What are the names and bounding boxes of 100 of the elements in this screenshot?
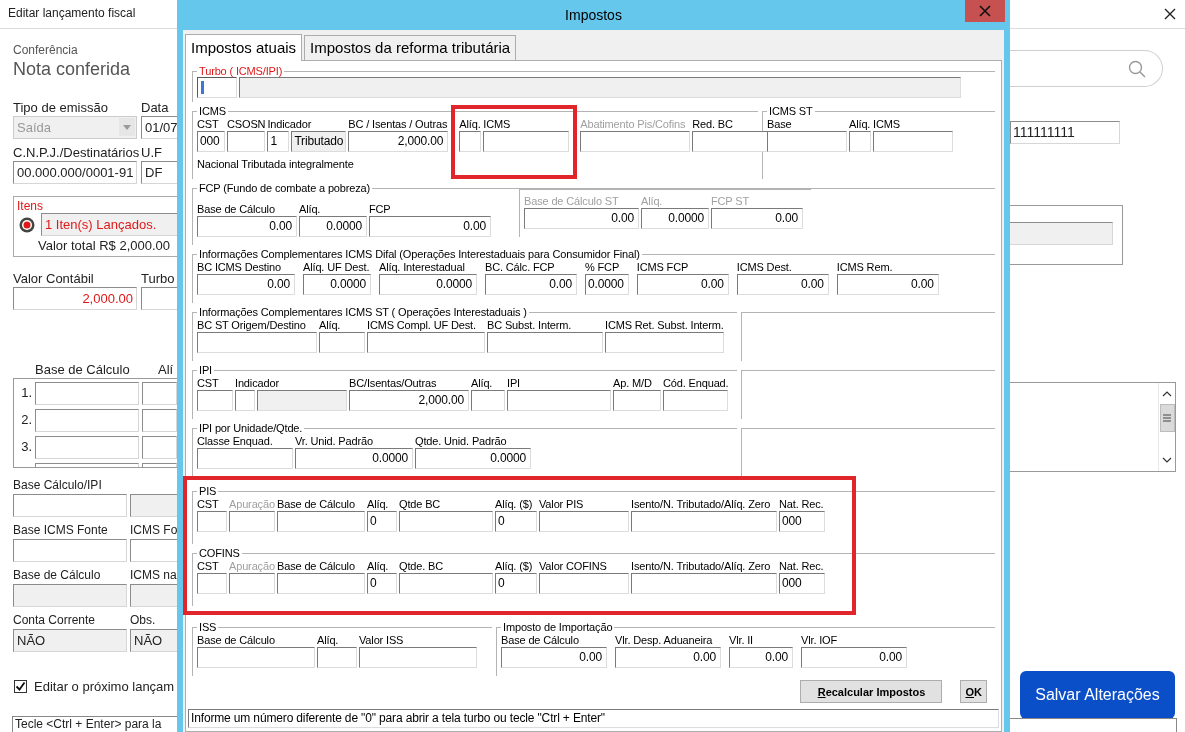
field-label: BC ICMS Destino — [197, 260, 282, 274]
input-field[interactable] — [631, 511, 777, 532]
input-field[interactable] — [399, 511, 493, 532]
input-field[interactable] — [849, 131, 871, 152]
input-field[interactable]: 2,000.00 — [13, 287, 137, 310]
input-field[interactable] — [197, 647, 315, 668]
input-field[interactable] — [35, 382, 139, 405]
input-field[interactable]: 0 — [367, 511, 397, 532]
field-label: Qtde. BC — [399, 559, 445, 573]
input-field[interactable] — [141, 409, 177, 432]
input-field[interactable]: 0 — [495, 511, 537, 532]
input-field[interactable]: 0.0000 — [415, 448, 531, 469]
input-field[interactable] — [507, 390, 611, 411]
input-field[interactable] — [399, 573, 493, 594]
button[interactable]: OK — [960, 680, 987, 703]
input-field[interactable] — [130, 584, 177, 607]
tab[interactable]: Impostos atuais — [185, 34, 303, 61]
input-field[interactable] — [35, 409, 139, 432]
input-field[interactable] — [239, 77, 961, 98]
input-field[interactable]: NÃO — [13, 629, 127, 652]
input-field[interactable] — [631, 573, 777, 594]
input-field[interactable] — [13, 494, 127, 517]
input-field[interactable]: 1 Iten(s) Lançados. — [41, 213, 177, 236]
input-field[interactable] — [580, 131, 691, 152]
input-field[interactable]: 0.00 — [736, 274, 829, 295]
input-field[interactable]: 0.0000 — [379, 274, 477, 295]
input-field[interactable]: 0.00 — [801, 647, 907, 668]
scroll-thumb[interactable] — [1159, 404, 1175, 432]
input-field[interactable] — [767, 131, 847, 152]
input-field[interactable] — [539, 511, 629, 532]
field-label: BC. Cálc. FCP — [485, 260, 556, 274]
input-field[interactable] — [227, 131, 266, 152]
input-field[interactable] — [197, 332, 317, 353]
tab[interactable]: Impostos da reforma tributária — [304, 35, 517, 60]
input-field[interactable] — [277, 573, 365, 594]
input-field[interactable] — [141, 382, 177, 405]
input-field[interactable]: 0.0000 — [585, 274, 629, 295]
input-field[interactable] — [359, 647, 477, 668]
input-field[interactable] — [873, 131, 953, 152]
input-field[interactable]: 2,000.00 — [349, 390, 469, 411]
input-field[interactable] — [539, 573, 629, 594]
input-field[interactable] — [130, 539, 177, 562]
input-field[interactable] — [1010, 222, 1113, 245]
button[interactable]: Recalcular Impostos — [800, 680, 943, 703]
input-field[interactable]: 00.000.000/0001-91 — [13, 161, 137, 184]
save-button[interactable]: Salvar Alterações — [1020, 671, 1175, 719]
input-field[interactable] — [229, 511, 275, 532]
input-field[interactable] — [317, 647, 357, 668]
field-label: Alíq. UF Dest. — [303, 260, 371, 274]
input-field[interactable]: 0.0000 — [303, 274, 371, 295]
input-field[interactable]: 0.00 — [197, 274, 295, 295]
input-field[interactable]: 0.00 — [615, 647, 721, 668]
input-field[interactable]: 0.00 — [636, 274, 729, 295]
input-field[interactable] — [459, 131, 482, 152]
field-label: ICMS Rem. — [836, 260, 894, 274]
close-button[interactable] — [965, 0, 1005, 22]
input-field[interactable]: 0.00 — [369, 216, 491, 237]
input-field[interactable]: 0.00 — [501, 647, 607, 668]
input-field[interactable]: DF — [141, 161, 177, 184]
input-field[interactable]: 0.00 — [836, 274, 939, 295]
input-field[interactable]: 1 — [267, 131, 290, 152]
input-field[interactable]: NÃO — [130, 629, 177, 652]
input-field[interactable]: 0 — [495, 573, 537, 594]
input-field[interactable] — [605, 332, 724, 353]
input-field[interactable] — [141, 436, 177, 459]
input-field[interactable] — [197, 511, 227, 532]
input-field[interactable]: 0 — [367, 573, 397, 594]
input-field[interactable] — [13, 584, 127, 607]
field-label: FCP — [369, 202, 392, 216]
input-field[interactable] — [487, 332, 603, 353]
input-field[interactable] — [235, 390, 255, 411]
input-field[interactable]: 0.00 — [485, 274, 577, 295]
input-field[interactable]: 000 — [197, 131, 225, 152]
input-field[interactable] — [257, 390, 347, 411]
input-field[interactable]: Tributado — [291, 131, 347, 152]
input-field[interactable] — [663, 390, 729, 411]
input-field[interactable] — [319, 332, 365, 353]
checkbox[interactable] — [14, 680, 27, 693]
input-field[interactable] — [229, 573, 275, 594]
input-field[interactable]: 000 — [779, 511, 825, 532]
input-field[interactable]: 0.0000 — [299, 216, 367, 237]
input-field[interactable] — [483, 131, 570, 152]
input-field[interactable]: 01/07 — [141, 116, 177, 139]
input-field[interactable] — [35, 436, 139, 459]
input-field[interactable] — [130, 494, 177, 517]
input-field[interactable]: 2,000.00 — [348, 131, 449, 152]
input-field[interactable]: 000 — [779, 573, 825, 594]
input-field[interactable] — [197, 573, 227, 594]
input-field[interactable]: 111111111 — [1010, 121, 1120, 144]
input-field[interactable] — [13, 539, 127, 562]
input-field[interactable] — [197, 390, 233, 411]
input-field[interactable] — [367, 332, 485, 353]
input-field[interactable] — [471, 390, 505, 411]
input-field[interactable]: 0.00 — [197, 216, 297, 237]
input-field[interactable] — [197, 448, 293, 469]
input-field[interactable] — [277, 511, 365, 532]
input-field[interactable] — [197, 77, 237, 98]
input-field[interactable]: 0.00 — [729, 647, 793, 668]
input-field[interactable]: 0.0000 — [295, 448, 413, 469]
input-field[interactable] — [613, 390, 661, 411]
